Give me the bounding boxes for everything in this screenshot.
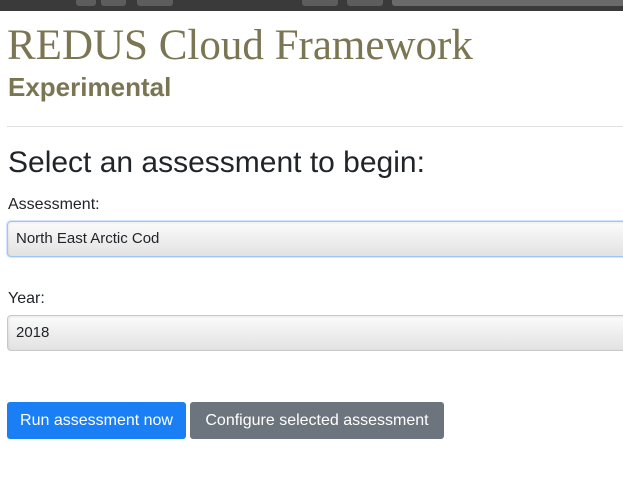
toolbar-button[interactable] [137, 0, 173, 6]
page-heading: Select an assessment to begin: [8, 146, 425, 179]
toolbar-button[interactable] [101, 0, 126, 6]
app-title: REDUS Cloud Framework [7, 22, 473, 69]
assessment-label: Assessment: [8, 196, 100, 213]
configure-assessment-button[interactable]: Configure selected assessment [190, 402, 444, 439]
app-subtitle: Experimental [8, 72, 172, 102]
year-select[interactable]: 2018 [7, 315, 623, 351]
assessment-selected-value: North East Arctic Cod [16, 230, 160, 247]
header-divider [7, 126, 623, 127]
run-assessment-button[interactable]: Run assessment now [7, 402, 186, 439]
year-selected-value: 2018 [16, 324, 50, 341]
assessment-select[interactable]: North East Arctic Cod [7, 221, 623, 257]
year-label: Year: [8, 290, 45, 307]
toolbar-button[interactable] [76, 0, 96, 6]
address-bar[interactable] [392, 0, 623, 6]
toolbar-button[interactable] [302, 0, 338, 6]
toolbar-button[interactable] [347, 0, 383, 6]
browser-toolbar-strip [0, 0, 623, 11]
